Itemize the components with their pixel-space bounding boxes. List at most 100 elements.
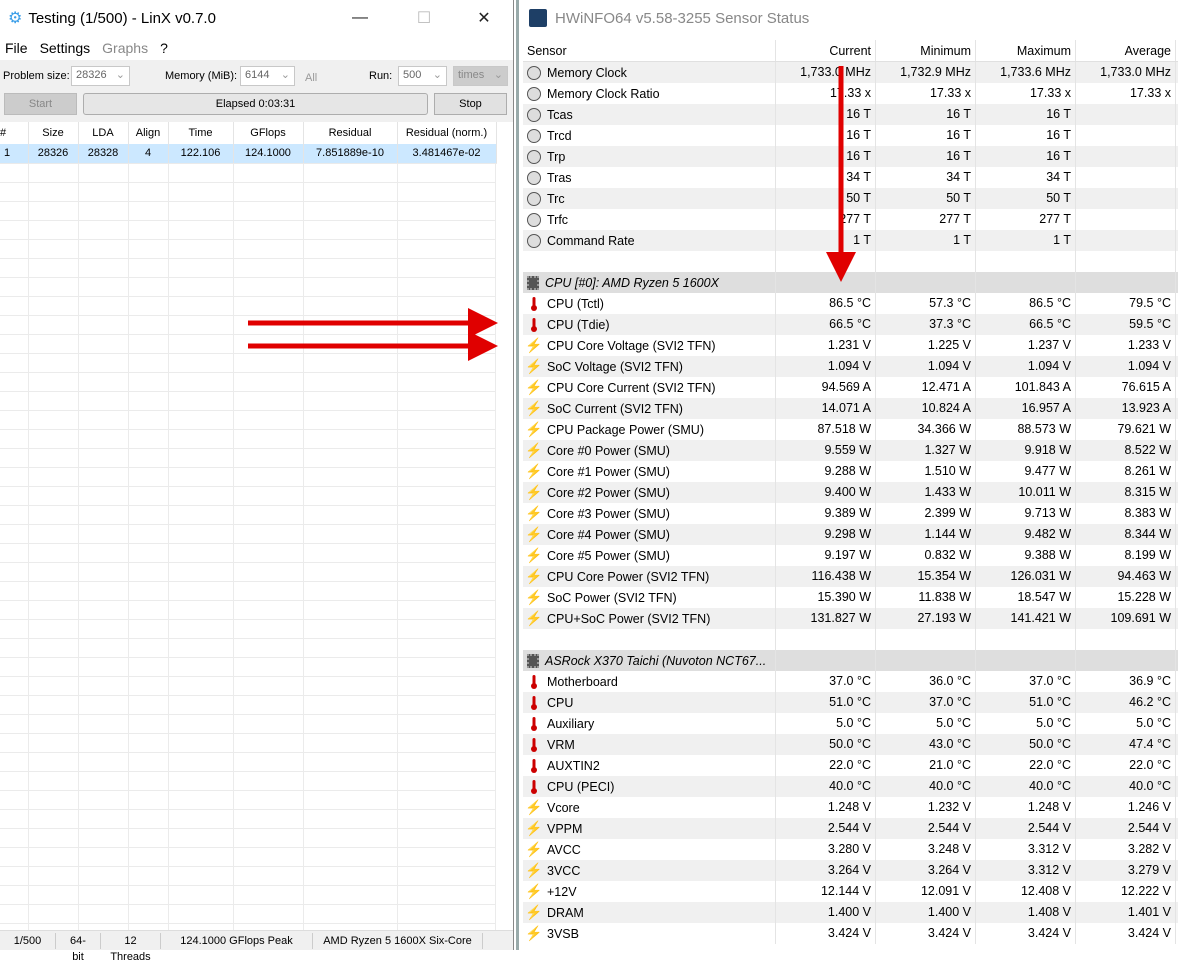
column-header-minimum[interactable]: Minimum xyxy=(876,40,976,61)
sensor-row[interactable]: Trfc 277 T 277 T 277 T xyxy=(523,209,1178,230)
sensor-row[interactable]: ⚡ Core #0 Power (SMU) 9.559 W 1.327 W 9.918 … xyxy=(523,440,1178,461)
elapsed-progress: Elapsed 0:03:31 xyxy=(83,93,428,115)
sensor-value-current: 131.827 W xyxy=(776,608,876,629)
menu-help[interactable]: ? xyxy=(160,40,168,56)
sensor-row[interactable]: ⚡ Core #1 Power (SMU) 9.288 W 1.510 W 9.477 … xyxy=(523,461,1178,482)
sensor-value-average xyxy=(1076,167,1176,188)
column-header[interactable]: # xyxy=(0,122,29,144)
sensor-name-cell: Motherboard xyxy=(523,671,776,692)
run-select[interactable]: 500 ⌄ xyxy=(398,66,447,86)
window-title: HWiNFO64 v5.58-3255 Sensor Status xyxy=(555,9,810,27)
sensor-value-maximum: 2.544 V xyxy=(976,818,1076,839)
problem-size-select[interactable]: 28326 ⌄ xyxy=(71,66,130,86)
sensor-row[interactable]: ⚡ SoC Power (SVI2 TFN) 15.390 W 11.838 W 18.… xyxy=(523,587,1178,608)
sensor-row[interactable]: Trcd 16 T 16 T 16 T xyxy=(523,125,1178,146)
all-link[interactable]: All xyxy=(305,72,317,84)
sensor-value-maximum: 3.312 V xyxy=(976,839,1076,860)
sensor-row[interactable]: ⚡ VPPM 2.544 V 2.544 V 2.544 V 2.544 V xyxy=(523,818,1178,839)
sensor-row[interactable]: ⚡ +12V 12.144 V 12.091 V 12.408 V 12.222 V xyxy=(523,881,1178,902)
minimize-button[interactable]: — xyxy=(340,4,380,32)
menu-graphs[interactable]: Graphs xyxy=(102,40,148,56)
run-unit-select[interactable]: times ⌄ xyxy=(453,66,508,86)
sensor-name: Motherboard xyxy=(547,674,618,689)
sensor-row[interactable] xyxy=(523,251,1178,272)
sensor-row[interactable]: ⚡ CPU Core Current (SVI2 TFN) 94.569 A 12.4… xyxy=(523,377,1178,398)
lightning-icon: ⚡ xyxy=(525,337,543,353)
sensor-name-cell: ⚡ SoC Voltage (SVI2 TFN) xyxy=(523,356,776,377)
column-header-current[interactable]: Current xyxy=(776,40,876,61)
sensor-row[interactable]: Auxiliary 5.0 °C 5.0 °C 5.0 °C 5.0 °C xyxy=(523,713,1178,734)
sensor-row[interactable]: CPU (Tctl) 86.5 °C 57.3 °C 86.5 °C 79.5 °C xyxy=(523,293,1178,314)
column-header-average[interactable]: Average xyxy=(1076,40,1176,61)
sensor-row[interactable]: Motherboard 37.0 °C 36.0 °C 37.0 °C 36.9 °C xyxy=(523,671,1178,692)
sensor-row[interactable]: Trc 50 T 50 T 50 T xyxy=(523,188,1178,209)
column-header[interactable]: LDA xyxy=(78,122,129,144)
sensor-value-average: 12.222 V xyxy=(1076,881,1176,902)
sensor-group-header[interactable]: ASRock X370 Taichi (Nuvoton NCT67... xyxy=(523,650,1178,671)
sensor-row[interactable]: ⚡ AVCC 3.280 V 3.248 V 3.312 V 3.282 V xyxy=(523,839,1178,860)
sensor-row[interactable]: ⚡ Vcore 1.248 V 1.232 V 1.248 V 1.246 V xyxy=(523,797,1178,818)
sensor-value-average: 76.615 A xyxy=(1076,377,1176,398)
close-button[interactable]: ✕ xyxy=(464,4,504,32)
sensor-row[interactable]: AUXTIN2 22.0 °C 21.0 °C 22.0 °C 22.0 °C xyxy=(523,755,1178,776)
memory-value: 6144 xyxy=(245,69,270,81)
sensor-row[interactable] xyxy=(523,629,1178,650)
sensor-name-cell: ⚡ Vcore xyxy=(523,797,776,818)
sensor-row[interactable]: ⚡ CPU Core Voltage (SVI2 TFN) 1.231 V 1.225… xyxy=(523,335,1178,356)
sensor-row[interactable]: ⚡ SoC Current (SVI2 TFN) 14.071 A 10.824 A1… xyxy=(523,398,1178,419)
maximize-button[interactable]: ☐ xyxy=(404,4,444,32)
sensor-name-cell: ⚡ DRAM xyxy=(523,902,776,923)
sensor-row[interactable]: Tcas 16 T 16 T 16 T xyxy=(523,104,1178,125)
sensor-name: CPU (Tctl) xyxy=(547,296,604,311)
sensor-row[interactable]: ⚡ 3VCC 3.264 V 3.264 V 3.312 V 3.279 V xyxy=(523,860,1178,881)
sensor-row[interactable]: ⚡ Core #2 Power (SMU) 9.400 W 1.433 W 10.011… xyxy=(523,482,1178,503)
sensor-row[interactable]: CPU (PECI) 40.0 °C 40.0 °C 40.0 °C 40.0 °C xyxy=(523,776,1178,797)
sensor-row[interactable]: ⚡ DRAM 1.400 V 1.400 V 1.408 V 1.401 V xyxy=(523,902,1178,923)
sensor-row[interactable]: ⚡ Core #5 Power (SMU) 9.197 W 0.832 W 9.388 … xyxy=(523,545,1178,566)
sensor-row[interactable]: ⚡ CPU Core Power (SVI2 TFN) 116.438 W 15.35… xyxy=(523,566,1178,587)
column-header-maximum[interactable]: Maximum xyxy=(976,40,1076,61)
sensor-row[interactable]: ⚡ CPU Package Power (SMU) 87.518 W 34.366 W… xyxy=(523,419,1178,440)
hwinfo-titlebar: HWiNFO64 v5.58-3255 Sensor Status xyxy=(519,0,1179,36)
sensor-value-maximum: 17.33 x xyxy=(976,83,1076,104)
column-header[interactable]: GFlops xyxy=(233,122,304,144)
status-bar: 1/500 64-bit 12 Threads 124.1000 GFlops … xyxy=(0,930,513,963)
sensor-row[interactable]: ⚡ Core #4 Power (SMU) 9.298 W 1.144 W 9.482 … xyxy=(523,524,1178,545)
column-header[interactable]: Align xyxy=(128,122,169,144)
sensor-row[interactable]: Trp 16 T 16 T 16 T xyxy=(523,146,1178,167)
lightning-icon: ⚡ xyxy=(525,421,543,437)
memory-select[interactable]: 6144 ⌄ xyxy=(240,66,295,86)
sensor-row[interactable]: CPU (Tdie) 66.5 °C 37.3 °C 66.5 °C 59.5 °C xyxy=(523,314,1178,335)
menu-file[interactable]: File xyxy=(5,40,28,56)
column-header[interactable]: Residual xyxy=(303,122,398,144)
column-header[interactable]: Size xyxy=(28,122,79,144)
sensor-value-current: 87.518 W xyxy=(776,419,876,440)
thermometer-icon xyxy=(527,695,541,710)
sensor-name: Core #0 Power (SMU) xyxy=(547,443,670,458)
sensor-row[interactable]: CPU 51.0 °C 37.0 °C 51.0 °C 46.2 °C xyxy=(523,692,1178,713)
lightning-icon: ⚡ xyxy=(525,463,543,479)
sensor-row[interactable]: ⚡ SoC Voltage (SVI2 TFN) 1.094 V 1.094 V 1.0… xyxy=(523,356,1178,377)
table-cell: 28326 xyxy=(28,144,79,164)
sensor-row[interactable]: ⚡ 3VSB 3.424 V 3.424 V 3.424 V 3.424 V xyxy=(523,923,1178,944)
sensor-row[interactable]: Memory Clock 1,733.0 MHz 1,732.9 MHz 1,733.… xyxy=(523,62,1178,83)
table-row[interactable]: 1 28326 28328 4 122.106 124.1000 7.851889e-10 3… xyxy=(0,144,497,164)
menu-settings[interactable]: Settings xyxy=(40,40,91,56)
stop-button[interactable]: Stop xyxy=(434,93,507,115)
start-button[interactable]: Start xyxy=(4,93,77,115)
sensor-row[interactable]: ⚡ CPU+SoC Power (SVI2 TFN) 131.827 W 27.193… xyxy=(523,608,1178,629)
memory-label: Memory (MiB): xyxy=(165,70,238,82)
sensor-value-current: 1.231 V xyxy=(776,335,876,356)
sensor-row[interactable]: Command Rate 1 T1 T1 T xyxy=(523,230,1178,251)
clock-icon xyxy=(527,107,541,122)
sensor-name: SoC Power (SVI2 TFN) xyxy=(547,590,677,605)
sensor-row[interactable]: Memory Clock Ratio 17.33 x 17.33 x 17.33 x1… xyxy=(523,83,1178,104)
sensor-row[interactable]: VRM 50.0 °C 43.0 °C 50.0 °C 47.4 °C xyxy=(523,734,1178,755)
column-header[interactable]: Time xyxy=(168,122,234,144)
sensor-row[interactable]: Tras 34 T 34 T 34 T xyxy=(523,167,1178,188)
lightning-icon: ⚡ xyxy=(525,568,543,584)
column-header-sensor[interactable]: Sensor xyxy=(523,40,776,61)
sensor-row[interactable]: ⚡ Core #3 Power (SMU) 9.389 W 2.399 W 9.713 … xyxy=(523,503,1178,524)
column-header[interactable]: Residual (norm.) xyxy=(397,122,497,144)
sensor-group-header[interactable]: CPU [#0]: AMD Ryzen 5 1600X xyxy=(523,272,1178,293)
